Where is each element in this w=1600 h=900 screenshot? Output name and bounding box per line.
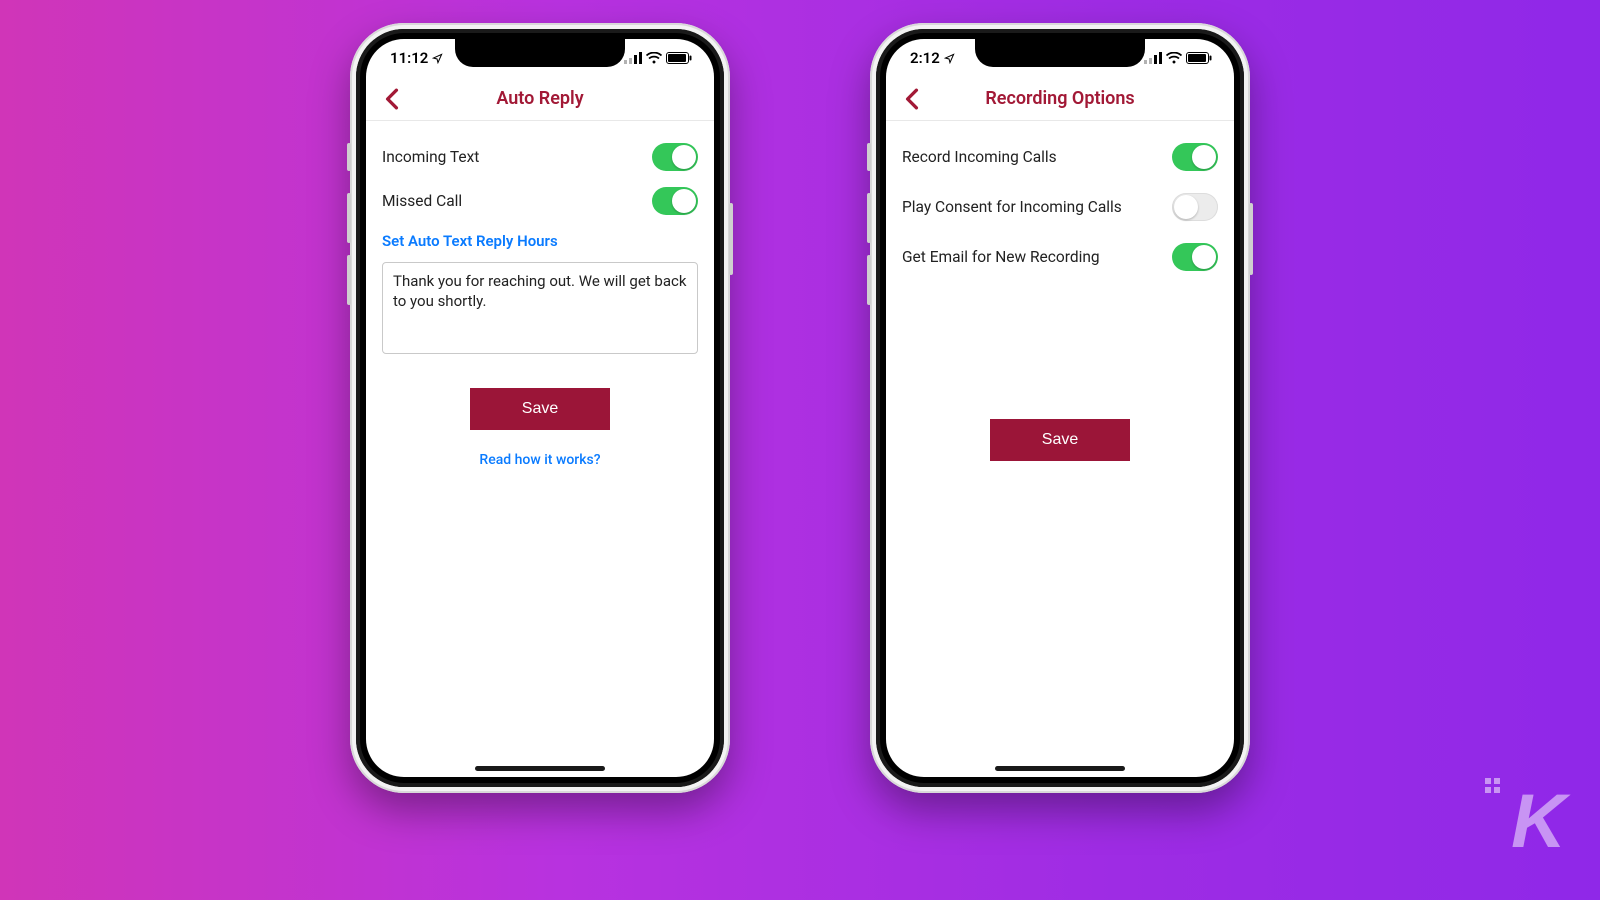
toggle-knob [1192, 245, 1216, 269]
nav-title: Recording Options [985, 88, 1134, 109]
watermark: K [1511, 784, 1562, 860]
back-button[interactable] [894, 77, 930, 120]
power-button [1249, 203, 1253, 275]
mute-switch [347, 143, 351, 171]
setting-label: Missed Call [382, 192, 462, 210]
battery-icon [666, 52, 692, 64]
nav-header: Recording Options [886, 77, 1234, 121]
wifi-icon [1166, 52, 1182, 64]
how-it-works-link[interactable]: Read how it works? [479, 452, 600, 468]
setting-label: Record Incoming Calls [902, 148, 1057, 166]
battery-icon [1186, 52, 1212, 64]
volume-down-button [867, 255, 871, 305]
nav-header: Auto Reply [366, 77, 714, 121]
setting-row-incoming-text: Incoming Text [382, 135, 698, 179]
toggle-play-consent[interactable] [1172, 193, 1218, 221]
volume-up-button [347, 193, 351, 243]
auto-reply-textarea[interactable] [382, 262, 698, 354]
toggle-knob [672, 145, 696, 169]
location-icon [944, 53, 955, 64]
watermark-dots-icon [1485, 778, 1500, 793]
cellular-icon [624, 52, 642, 64]
watermark-letter: K [1511, 784, 1562, 860]
setting-row-missed-call: Missed Call [382, 179, 698, 223]
phone-screen: 2:12 Recording Options [886, 39, 1234, 777]
save-button[interactable]: Save [470, 388, 610, 430]
save-button[interactable]: Save [990, 419, 1130, 461]
notch [455, 39, 625, 67]
toggle-record-incoming[interactable] [1172, 143, 1218, 171]
toggle-knob [1192, 145, 1216, 169]
phone-right: 2:12 Recording Options [870, 23, 1250, 793]
phone-frame: 2:12 Recording Options [876, 29, 1244, 787]
power-button [729, 203, 733, 275]
phone-screen: 11:12 Auto Reply [366, 39, 714, 777]
setting-label: Incoming Text [382, 148, 479, 166]
chevron-left-icon [904, 88, 920, 110]
setting-row-email-recording: Get Email for New Recording [902, 235, 1218, 279]
wifi-icon [646, 52, 662, 64]
setting-row-play-consent: Play Consent for Incoming Calls [902, 185, 1218, 229]
settings-content: Record Incoming Calls Play Consent for I… [886, 121, 1234, 461]
setting-row-record-incoming: Record Incoming Calls [902, 135, 1218, 179]
toggle-incoming-text[interactable] [652, 143, 698, 171]
toggle-knob [672, 189, 696, 213]
cellular-icon [1144, 52, 1162, 64]
toggle-email-recording[interactable] [1172, 243, 1218, 271]
chevron-left-icon [384, 88, 400, 110]
home-indicator[interactable] [475, 766, 605, 771]
nav-title: Auto Reply [496, 88, 583, 109]
location-icon [432, 53, 443, 64]
status-time: 2:12 [910, 49, 940, 67]
notch [975, 39, 1145, 67]
volume-up-button [867, 193, 871, 243]
setting-label: Play Consent for Incoming Calls [902, 198, 1122, 216]
phone-frame: 11:12 Auto Reply [356, 29, 724, 787]
phone-left: 11:12 Auto Reply [350, 23, 730, 793]
toggle-missed-call[interactable] [652, 187, 698, 215]
back-button[interactable] [374, 77, 410, 120]
link-row: Set Auto Text Reply Hours [382, 223, 698, 262]
status-time: 11:12 [390, 49, 428, 67]
set-hours-link[interactable]: Set Auto Text Reply Hours [382, 232, 558, 250]
settings-content: Incoming Text Missed Call Set Auto Text … [366, 121, 714, 468]
mute-switch [867, 143, 871, 171]
toggle-knob [1174, 195, 1198, 219]
home-indicator[interactable] [995, 766, 1125, 771]
volume-down-button [347, 255, 351, 305]
setting-label: Get Email for New Recording [902, 248, 1100, 266]
